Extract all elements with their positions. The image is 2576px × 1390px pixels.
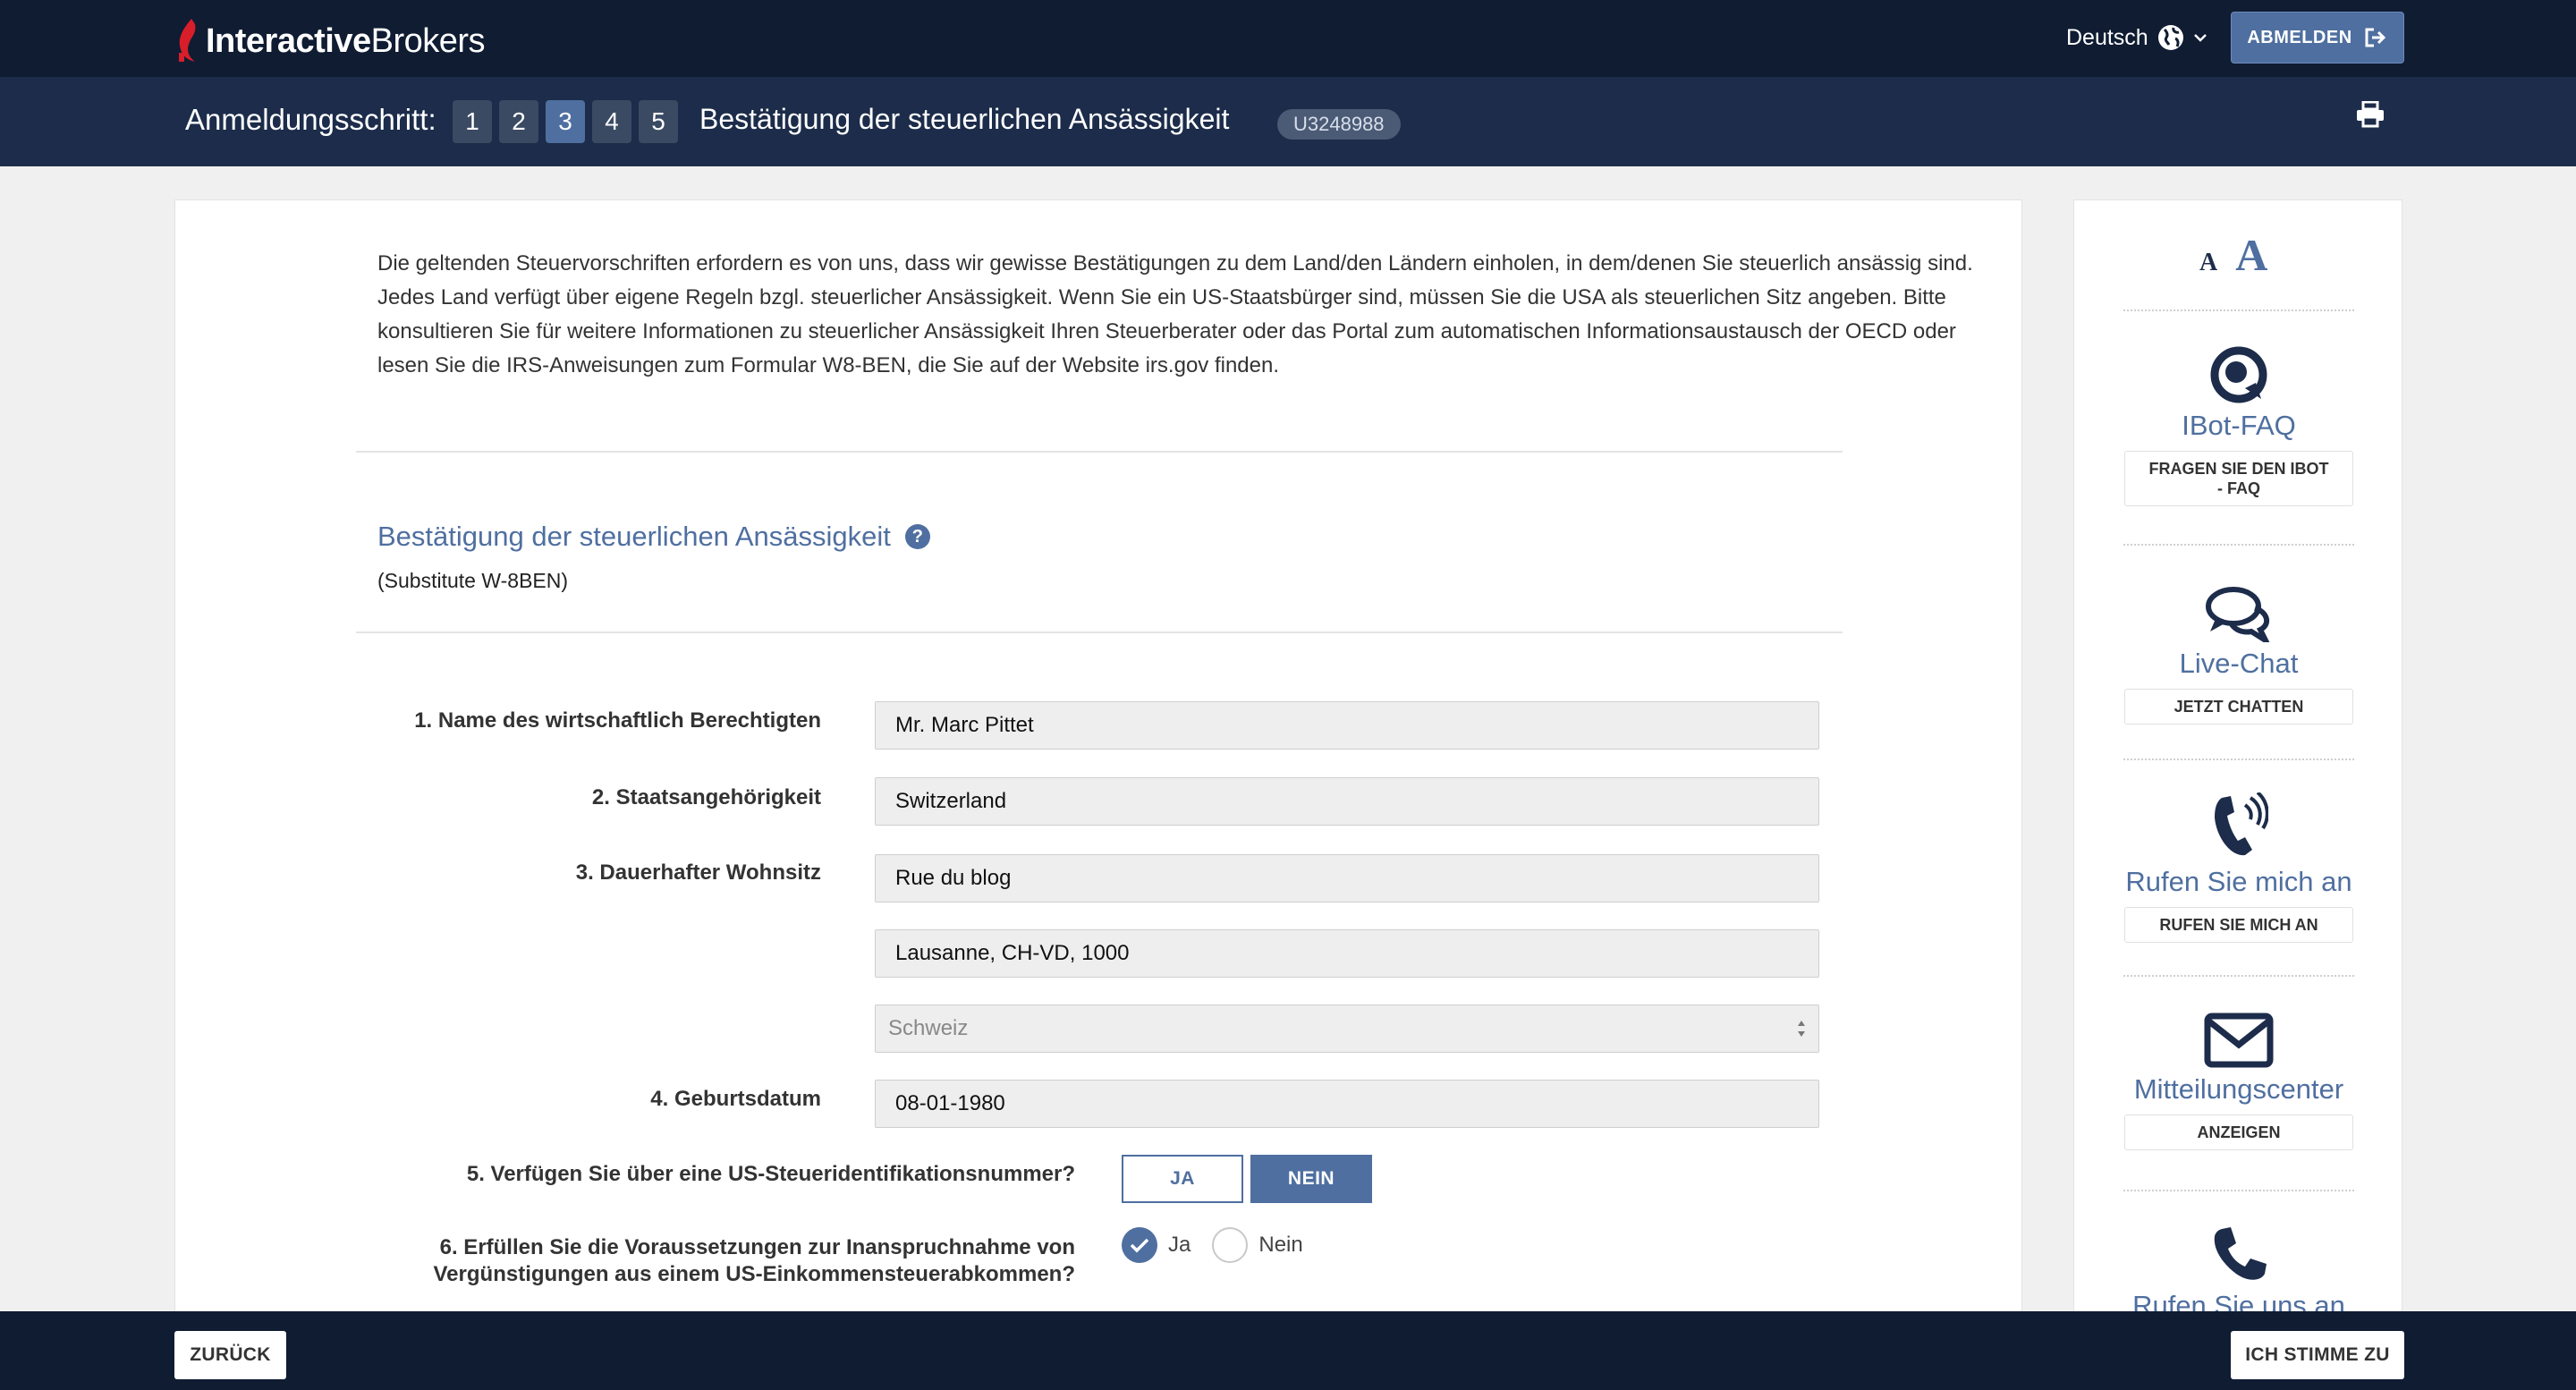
view-messages-button[interactable]: ANZEIGEN [2124,1115,2353,1150]
step-4[interactable]: 4 [592,100,631,143]
chat-bubbles-icon [2206,587,2270,642]
globe-icon [2157,25,2183,50]
ask-ibot-line1: FRAGEN SIE DEN IBOT [2148,460,2329,478]
intro-paragraph: Die geltenden Steuervorschriften erforde… [377,251,1973,377]
step-indicators: 1 2 3 4 5 [453,100,678,143]
section-subtitle: (Substitute W-8BEN) [377,569,569,592]
sidebar-divider [2123,1190,2354,1191]
sidebar-divider [2123,309,2354,311]
us-tin-no-button[interactable]: NEIN [1250,1155,1372,1203]
treaty-benefits-question: 6. Erfüllen Sie die Voraussetzungen zur … [172,1234,1076,1288]
live-chat-title: Live-Chat [2179,648,2299,679]
treaty-yes-radio[interactable] [1122,1227,1157,1263]
divider [356,631,1843,633]
country-select[interactable]: Schweiz [875,1004,1819,1053]
country-select-value: Schweiz [888,1016,969,1040]
us-tin-yes-button[interactable]: JA [1122,1155,1243,1203]
brand-bold-text: Interactive [206,21,371,60]
font-size-decrease[interactable]: A [2199,249,2217,277]
divider [356,451,1843,453]
us-tin-question: 5. Verfügen Sie über eine US-Steuerident… [466,1162,1075,1186]
call-me-button[interactable]: RUFEN SIE MICH AN [2124,907,2353,943]
beneficial-owner-name-field[interactable]: Mr. Marc Pittet [875,701,1819,750]
treaty-benefits-radio-group: Ja Nein [1122,1227,1325,1263]
sidebar-item-live-chat[interactable]: Live-Chat JETZT CHATTEN [2074,585,2403,725]
address-line2-field[interactable]: Lausanne, CH-VD, 1000 [875,929,1819,978]
logout-button[interactable]: ABMELDEN [2231,12,2404,64]
citizenship-label: 2. Staatsangehörigkeit [591,785,821,809]
step-3-active[interactable]: 3 [546,100,585,143]
treaty-yes-label: Ja [1168,1233,1191,1257]
agree-button[interactable]: ICH STIMME ZU [2231,1331,2404,1379]
sidebar-divider [2123,759,2354,760]
step-2[interactable]: 2 [499,100,538,143]
citizenship-field[interactable]: Switzerland [875,777,1819,826]
sidebar-item-call-us[interactable]: Rufen Sie uns an [2074,1225,2403,1322]
dob-label: 4. Geburtsdatum [650,1087,821,1111]
interactive-brokers-logo[interactable]: InteractiveBrokers [175,16,486,66]
sign-out-icon [2365,28,2385,47]
chat-now-button[interactable]: JETZT CHATTEN [2124,689,2353,725]
section-title: Bestätigung der steuerlichen Ansässigkei… [377,521,930,553]
phone-ringing-icon [2215,792,2268,856]
back-button[interactable]: ZURÜCK [174,1331,286,1379]
step-1[interactable]: 1 [453,100,492,143]
envelope-icon [2204,1013,2274,1068]
language-selector[interactable]: Deutsch [2066,20,2207,55]
help-icon[interactable]: ? [904,524,930,549]
ibot-icon [2210,346,2267,403]
check-icon [1130,1238,1149,1253]
step-title: Bestätigung der steuerlichen Ansässigkei… [699,103,1230,135]
treaty-question-line2: Vergünstigungen aus einem US-Einkommenst… [433,1262,1076,1286]
registration-step-bar: Anmeldungsschritt: 1 2 3 4 5 Bestätigung… [0,77,2576,166]
phone-icon [2214,1227,2267,1280]
date-of-birth-field[interactable]: 08-01-1980 [875,1080,1819,1128]
section-title-text: Bestätigung der steuerlichen Ansässigkei… [377,521,891,552]
brand-regular-text: Brokers [370,21,486,60]
font-size-increase[interactable]: A [2235,229,2267,281]
top-navbar: InteractiveBrokers Deutsch ABMELDEN [0,0,2576,77]
address-line1-field[interactable]: Rue du blog [875,854,1819,903]
account-id-badge: U3248988 [1277,109,1401,140]
help-sidebar: A A IBot-FAQ FRAGEN SIE DEN IBOT - FAQ L… [2073,199,2402,1390]
brand-flame-icon [179,19,196,62]
bottom-action-bar: ZURÜCK ICH STIMME ZU [0,1311,2576,1390]
font-size-controls: A A [2199,229,2267,281]
select-arrows-icon [1798,1021,1805,1037]
ask-ibot-line2: - FAQ [2217,479,2260,497]
chevron-down-icon [2193,34,2207,42]
sidebar-divider [2123,544,2354,546]
call-me-title: Rufen Sie mich an [2125,866,2352,897]
sidebar-item-ibot-faq[interactable]: IBot-FAQ FRAGEN SIE DEN IBOT - FAQ [2074,345,2403,506]
treaty-no-label: Nein [1258,1233,1303,1257]
print-icon[interactable] [2356,101,2385,128]
sidebar-item-call-me[interactable]: Rufen Sie mich an RUFEN SIE MICH AN [2074,792,2403,943]
step-label: Anmeldungsschritt: [185,103,436,136]
language-label: Deutsch [2066,24,2148,50]
message-center-title: Mitteilungscenter [2133,1073,2344,1105]
sidebar-item-message-center[interactable]: Mitteilungscenter ANZEIGEN [2074,1013,2403,1150]
sidebar-divider [2123,975,2354,977]
tax-residency-form-card: Die geltenden Steuervorschriften erforde… [174,199,2022,1390]
residence-label: 3. Dauerhafter Wohnsitz [575,860,821,885]
ibot-faq-title: IBot-FAQ [2182,410,2296,441]
step-5[interactable]: 5 [639,100,678,143]
name-label: 1. Name des wirtschaftlich Berechtigten [414,708,821,733]
treaty-no-radio[interactable] [1212,1227,1249,1263]
treaty-question-line1: 6. Erfüllen Sie die Voraussetzungen zur … [439,1235,1075,1259]
ask-ibot-faq-button[interactable]: FRAGEN SIE DEN IBOT - FAQ [2124,451,2353,506]
logout-label: ABMELDEN [2247,27,2352,47]
